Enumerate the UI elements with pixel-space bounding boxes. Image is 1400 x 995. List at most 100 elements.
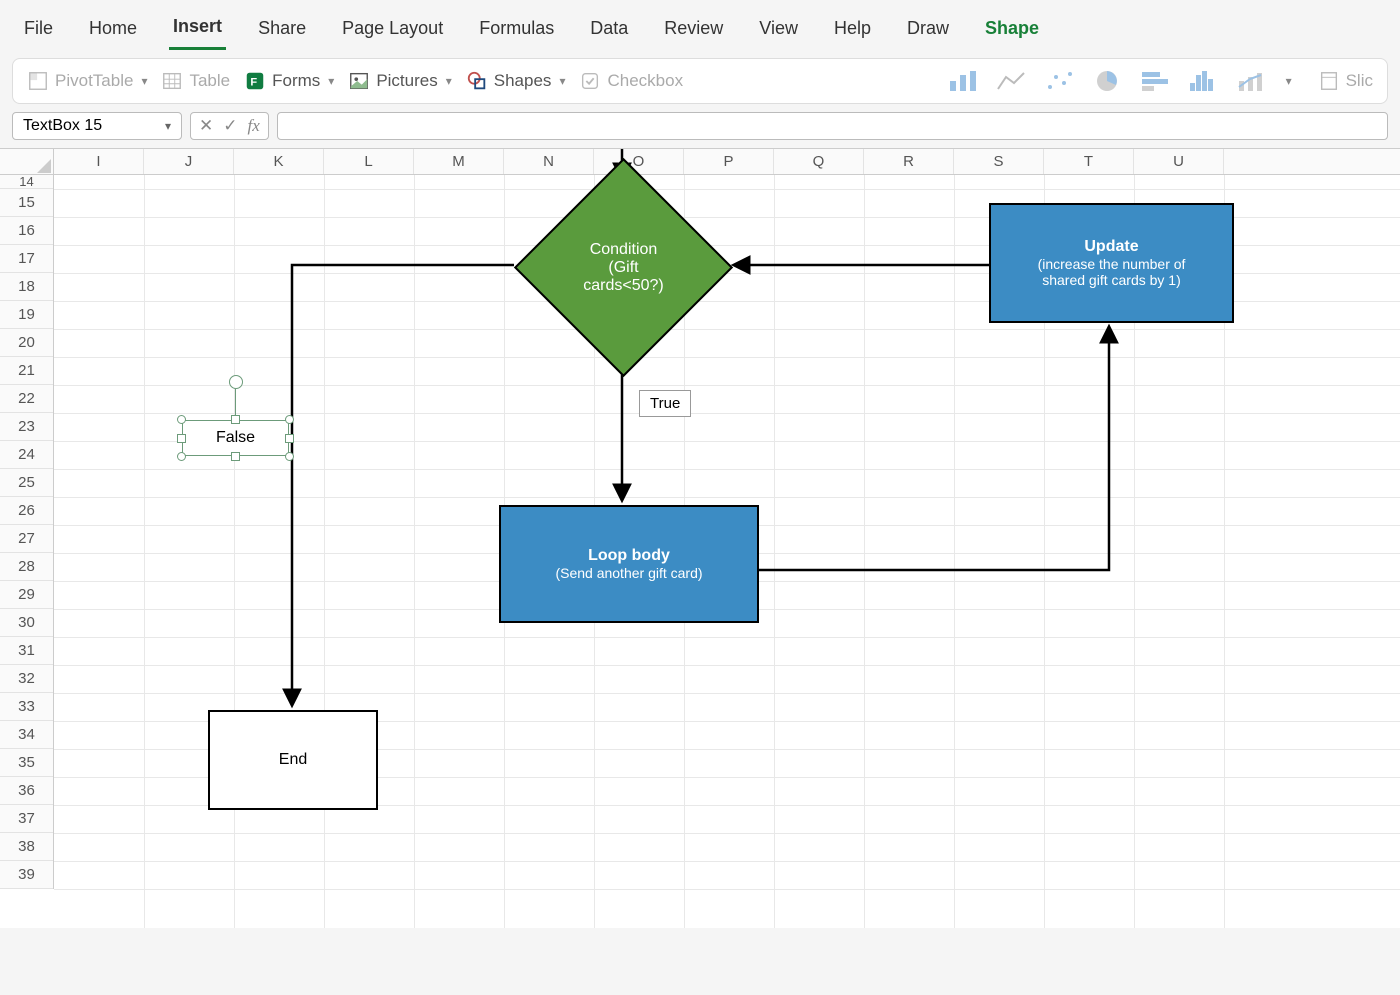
row-header[interactable]: 17 <box>0 245 53 273</box>
tab-share[interactable]: Share <box>254 10 310 49</box>
shapes-button[interactable]: Shapes ▾ <box>466 70 566 92</box>
row-headers: 1415161718192021222324252627282930313233… <box>0 175 54 889</box>
row-header[interactable]: 34 <box>0 721 53 749</box>
table-icon <box>161 70 183 92</box>
bar-chart-icon[interactable] <box>1140 69 1170 93</box>
end-shape[interactable]: End <box>208 710 378 810</box>
flowchart-layer: Condition (Gift cards<50?) Update (incre… <box>54 175 1400 928</box>
resize-handle-n[interactable] <box>231 415 240 424</box>
row-header[interactable]: 22 <box>0 385 53 413</box>
row-header[interactable]: 18 <box>0 273 53 301</box>
name-box[interactable]: TextBox 15 ▾ <box>12 112 182 140</box>
pictures-button[interactable]: Pictures ▾ <box>348 70 451 92</box>
row-header[interactable]: 31 <box>0 637 53 665</box>
resize-handle-nw[interactable] <box>177 415 186 424</box>
column-header[interactable]: Q <box>774 149 864 174</box>
slicer-icon <box>1318 70 1340 92</box>
ribbon-tabs: File Home Insert Share Page Layout Formu… <box>0 0 1400 50</box>
tab-shape[interactable]: Shape <box>981 10 1043 49</box>
rotate-handle[interactable] <box>229 375 243 389</box>
row-header[interactable]: 26 <box>0 497 53 525</box>
resize-handle-e[interactable] <box>285 434 294 443</box>
column-header[interactable]: S <box>954 149 1044 174</box>
row-header[interactable]: 38 <box>0 833 53 861</box>
pie-chart-icon[interactable] <box>1092 69 1122 93</box>
pivot-table-icon <box>27 70 49 92</box>
row-header[interactable]: 29 <box>0 581 53 609</box>
column-header[interactable]: J <box>144 149 234 174</box>
row-header[interactable]: 27 <box>0 525 53 553</box>
column-header[interactable]: R <box>864 149 954 174</box>
row-header[interactable]: 32 <box>0 665 53 693</box>
tab-review[interactable]: Review <box>660 10 727 49</box>
formula-bar[interactable] <box>277 112 1388 140</box>
tab-insert[interactable]: Insert <box>169 8 226 50</box>
row-header[interactable]: 23 <box>0 413 53 441</box>
chevron-down-icon: ▾ <box>328 74 334 88</box>
tab-formulas[interactable]: Formulas <box>475 10 558 49</box>
tab-page-layout[interactable]: Page Layout <box>338 10 447 49</box>
forms-button[interactable]: F Forms ▾ <box>244 70 334 92</box>
row-header[interactable]: 39 <box>0 861 53 889</box>
column-header[interactable]: N <box>504 149 594 174</box>
chevron-down-icon[interactable]: ▾ <box>165 119 171 133</box>
tab-file[interactable]: File <box>20 10 57 49</box>
row-header[interactable]: 36 <box>0 777 53 805</box>
row-header[interactable]: 37 <box>0 805 53 833</box>
select-all-corner[interactable] <box>0 149 54 175</box>
checkbox-button[interactable]: Checkbox <box>579 70 683 92</box>
resize-handle-sw[interactable] <box>177 452 186 461</box>
row-header[interactable]: 33 <box>0 693 53 721</box>
loop-body-shape[interactable]: Loop body (Send another gift card) <box>499 505 759 623</box>
forms-icon: F <box>244 70 266 92</box>
insert-toolbar: PivotTable ▾ Table F Forms ▾ Pictures ▾ … <box>12 58 1388 104</box>
scatter-chart-icon[interactable] <box>1044 69 1074 93</box>
row-header[interactable]: 21 <box>0 357 53 385</box>
row-header[interactable]: 15 <box>0 189 53 217</box>
column-header[interactable]: T <box>1044 149 1134 174</box>
false-textbox-selected[interactable]: False <box>182 420 289 456</box>
column-header[interactable]: L <box>324 149 414 174</box>
row-header[interactable]: 25 <box>0 469 53 497</box>
resize-handle-ne[interactable] <box>285 415 294 424</box>
row-header[interactable]: 28 <box>0 553 53 581</box>
column-header[interactable]: I <box>54 149 144 174</box>
row-header[interactable]: 35 <box>0 749 53 777</box>
column-header[interactable]: U <box>1134 149 1224 174</box>
row-header[interactable]: 16 <box>0 217 53 245</box>
combo-chart-icon[interactable] <box>1236 69 1266 93</box>
chart-icon-group: ▾ Slic <box>948 69 1373 93</box>
condition-shape[interactable]: Condition (Gift cards<50?) <box>546 190 701 345</box>
row-header[interactable]: 19 <box>0 301 53 329</box>
chevron-down-icon[interactable]: ▾ <box>1286 74 1292 88</box>
column-header[interactable]: M <box>414 149 504 174</box>
column-header[interactable]: O <box>594 149 684 174</box>
cancel-icon[interactable]: ✕ <box>199 116 213 136</box>
tab-view[interactable]: View <box>755 10 802 49</box>
resize-handle-se[interactable] <box>285 452 294 461</box>
true-label[interactable]: True <box>639 390 691 417</box>
column-chart-icon[interactable] <box>948 69 978 93</box>
row-header[interactable]: 14 <box>0 175 53 189</box>
pivot-table-button[interactable]: PivotTable ▾ <box>27 70 147 92</box>
tab-home[interactable]: Home <box>85 10 141 49</box>
row-header[interactable]: 20 <box>0 329 53 357</box>
table-button[interactable]: Table <box>161 70 230 92</box>
row-header[interactable]: 24 <box>0 441 53 469</box>
slicer-button[interactable]: Slic <box>1318 70 1373 92</box>
tab-data[interactable]: Data <box>586 10 632 49</box>
update-shape[interactable]: Update (increase the number of shared gi… <box>989 203 1234 323</box>
svg-text:F: F <box>251 77 258 89</box>
confirm-icon[interactable]: ✓ <box>223 116 237 136</box>
row-header[interactable]: 30 <box>0 609 53 637</box>
tab-draw[interactable]: Draw <box>903 10 953 49</box>
resize-handle-s[interactable] <box>231 452 240 461</box>
resize-handle-w[interactable] <box>177 434 186 443</box>
histogram-icon[interactable] <box>1188 69 1218 93</box>
fx-icon[interactable]: fx <box>248 116 260 136</box>
column-header[interactable]: P <box>684 149 774 174</box>
chevron-down-icon: ▾ <box>446 74 452 88</box>
line-chart-icon[interactable] <box>996 69 1026 93</box>
tab-help[interactable]: Help <box>830 10 875 49</box>
column-header[interactable]: K <box>234 149 324 174</box>
